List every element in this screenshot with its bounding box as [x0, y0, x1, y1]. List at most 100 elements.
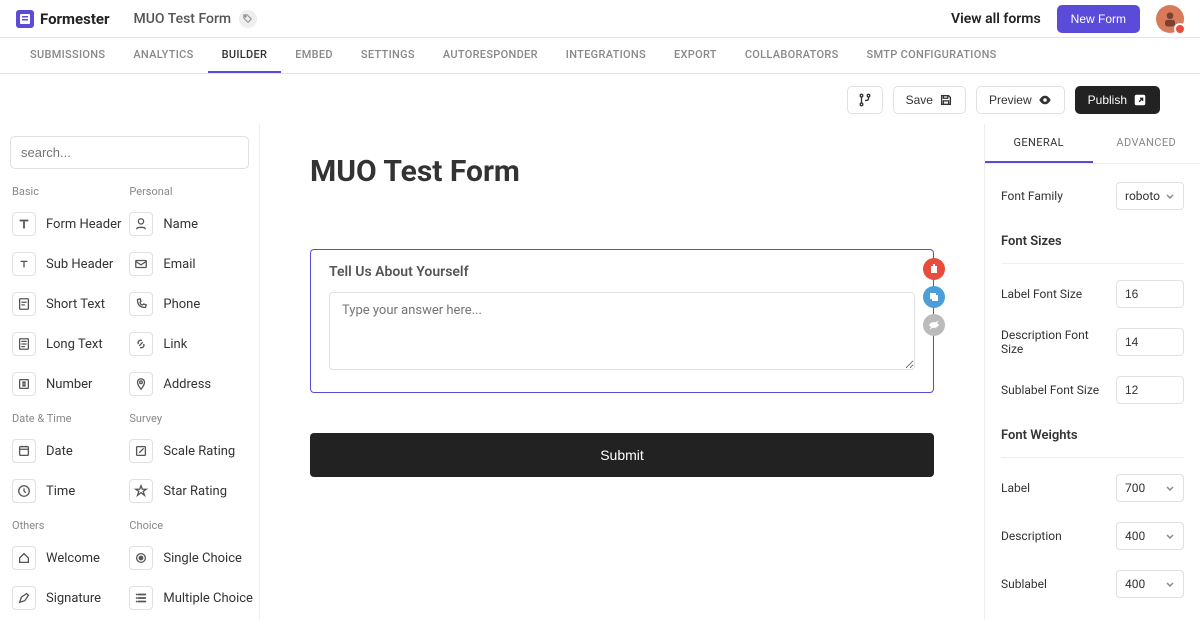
save-icon [939, 93, 953, 107]
save-button[interactable]: Save [893, 86, 966, 114]
branch-button[interactable] [847, 86, 883, 114]
hide-field-button[interactable] [923, 314, 945, 336]
publish-button[interactable]: Publish [1075, 86, 1160, 114]
chevron-down-icon [1165, 191, 1175, 201]
description-font-size-input[interactable] [1116, 328, 1184, 356]
builder-toolbar: Save Preview Publish [0, 74, 1200, 124]
tab-smtp-configurations[interactable]: SMTP CONFIGURATIONS [853, 38, 1011, 73]
element-panel: Basic Form Header Sub Header Short Text … [0, 124, 260, 620]
form-title[interactable]: MUO Test Form [310, 154, 934, 189]
font-sizes-heading: Font Sizes [1001, 230, 1184, 264]
document-lines-icon [12, 332, 36, 356]
submit-button[interactable]: Submit [310, 433, 934, 477]
notification-badge [1174, 23, 1186, 35]
calendar-icon [12, 439, 36, 463]
field-label[interactable]: Tell Us About Yourself [329, 264, 915, 280]
chevron-down-icon [1165, 579, 1175, 589]
form-name[interactable]: MUO Test Form [134, 11, 232, 27]
tab-settings[interactable]: SETTINGS [347, 38, 429, 73]
weight-label-select[interactable]: 700 [1116, 474, 1184, 502]
tab-submissions[interactable]: SUBMISSIONS [16, 38, 119, 73]
elem-date[interactable]: Date [8, 431, 125, 471]
elem-email[interactable]: Email [125, 244, 257, 284]
elem-signature[interactable]: Signature [8, 578, 125, 618]
elem-star-rating[interactable]: Star Rating [125, 471, 257, 511]
chevron-down-icon [1165, 531, 1175, 541]
elem-name[interactable]: Name [125, 204, 257, 244]
branch-icon [858, 93, 872, 107]
form-canvas: MUO Test Form Tell Us About Yourself Sub… [260, 124, 984, 620]
weight-sublabel-label: Sublabel [1001, 577, 1047, 591]
group-others: Others [8, 511, 125, 538]
label-font-size-input[interactable] [1116, 280, 1184, 308]
preview-label: Preview [989, 93, 1032, 107]
preview-button[interactable]: Preview [976, 86, 1065, 114]
pen-icon [12, 586, 36, 610]
person-icon [129, 212, 153, 236]
weight-description-label: Description [1001, 529, 1062, 543]
tab-analytics[interactable]: ANALYTICS [119, 38, 207, 73]
view-all-forms-link[interactable]: View all forms [951, 11, 1041, 27]
elem-long-text[interactable]: Long Text [8, 324, 125, 364]
elem-link[interactable]: Link [125, 324, 257, 364]
elem-scale-rating[interactable]: Scale Rating [125, 431, 257, 471]
logo-mark-icon [16, 10, 34, 28]
text-t-icon [12, 212, 36, 236]
field-actions [923, 258, 945, 336]
elem-phone[interactable]: Phone [125, 284, 257, 324]
elem-sub-header[interactable]: Sub Header [8, 244, 125, 284]
properties-panel: GENERAL ADVANCED Font Family roboto Font… [984, 124, 1200, 620]
topbar: Formester MUO Test Form View all forms N… [0, 0, 1200, 38]
tab-advanced[interactable]: ADVANCED [1093, 124, 1200, 163]
elem-multiple-choice[interactable]: Multiple Choice [125, 578, 257, 618]
new-form-button[interactable]: New Form [1057, 5, 1140, 33]
trash-icon [928, 263, 940, 275]
document-icon [12, 292, 36, 316]
weight-sublabel-select[interactable]: 400 [1116, 570, 1184, 598]
avatar[interactable] [1156, 5, 1184, 33]
nav-tabs: SUBMISSIONS ANALYTICS BUILDER EMBED SETT… [0, 38, 1200, 74]
delete-field-button[interactable] [923, 258, 945, 280]
tab-integrations[interactable]: INTEGRATIONS [552, 38, 660, 73]
save-label: Save [906, 93, 933, 107]
elem-form-header[interactable]: Form Header [8, 204, 125, 244]
field-textarea[interactable] [329, 292, 915, 370]
tab-general[interactable]: GENERAL [985, 124, 1093, 163]
elem-time[interactable]: Time [8, 471, 125, 511]
home-icon [12, 546, 36, 570]
sublabel-font-size-label: Sublabel Font Size [1001, 383, 1099, 397]
elem-short-text[interactable]: Short Text [8, 284, 125, 324]
link-icon [129, 332, 153, 356]
group-basic: Basic [8, 177, 125, 204]
star-icon [129, 479, 153, 503]
search-input[interactable] [10, 136, 249, 169]
tag-icon[interactable] [239, 10, 257, 28]
font-weights-heading: Font Weights [1001, 424, 1184, 458]
tab-embed[interactable]: EMBED [281, 38, 347, 73]
group-survey: Survey [125, 404, 257, 431]
elem-number[interactable]: Number [8, 364, 125, 404]
tab-collaborators[interactable]: COLLABORATORS [731, 38, 853, 73]
sublabel-font-size-input[interactable] [1116, 376, 1184, 404]
logo[interactable]: Formester [16, 10, 110, 28]
field-block[interactable]: Tell Us About Yourself [310, 249, 934, 393]
elem-single-choice[interactable]: Single Choice [125, 538, 257, 578]
elem-welcome[interactable]: Welcome [8, 538, 125, 578]
eye-off-icon [928, 319, 940, 331]
font-family-label: Font Family [1001, 189, 1063, 203]
group-personal: Personal [125, 177, 257, 204]
chevron-down-icon [1165, 483, 1175, 493]
elem-address[interactable]: Address [125, 364, 257, 404]
clock-icon [12, 479, 36, 503]
text-t-small-icon [12, 252, 36, 276]
weight-description-select[interactable]: 400 [1116, 522, 1184, 550]
scale-icon [129, 439, 153, 463]
description-font-size-label: Description Font Size [1001, 328, 1091, 356]
duplicate-field-button[interactable] [923, 286, 945, 308]
font-family-select[interactable]: roboto [1116, 182, 1184, 210]
logo-text: Formester [40, 10, 110, 28]
tab-autoresponder[interactable]: AUTORESPONDER [429, 38, 552, 73]
tab-builder[interactable]: BUILDER [208, 38, 282, 73]
tab-export[interactable]: EXPORT [660, 38, 731, 73]
radio-icon [129, 546, 153, 570]
